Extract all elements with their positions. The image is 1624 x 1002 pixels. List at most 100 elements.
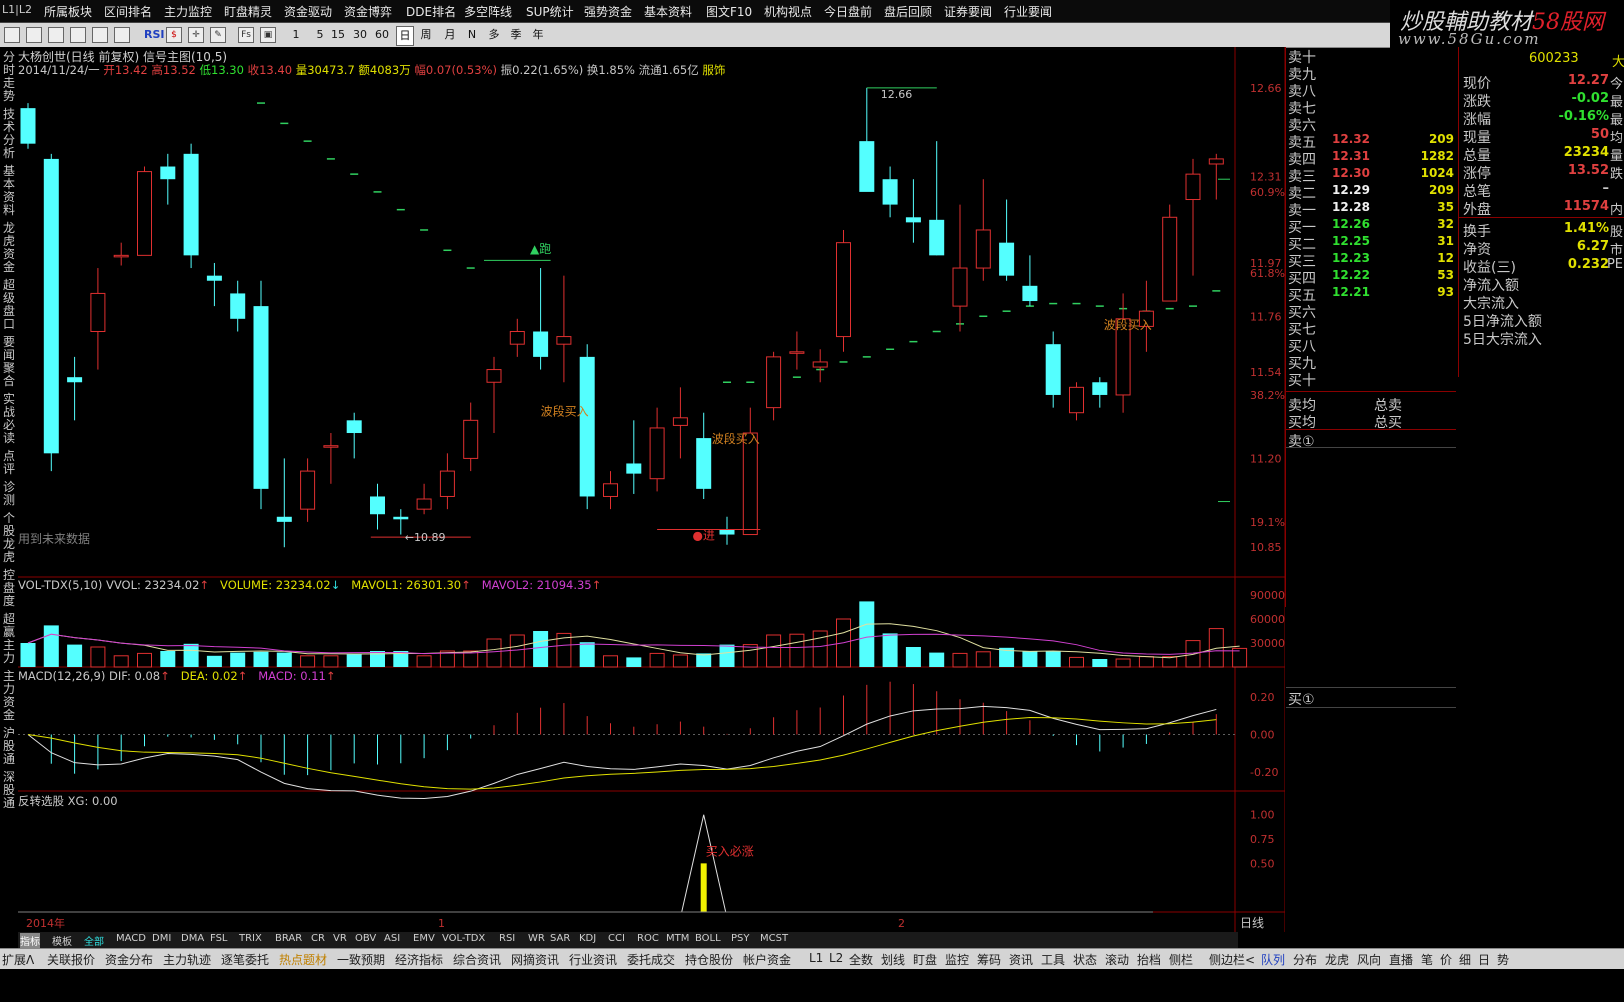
status-bar-item[interactable]: 一致预期 <box>337 951 385 968</box>
status-bar-item[interactable]: 委托成交 <box>627 951 675 968</box>
status-bar-item[interactable]: 势 <box>1497 951 1509 968</box>
status-bar-item[interactable]: 笔 <box>1421 951 1433 968</box>
menu-item[interactable]: 区间排名 <box>104 3 152 20</box>
status-bar-item[interactable]: 帐户资金 <box>743 951 791 968</box>
status-bar-item[interactable]: 侧栏 <box>1169 951 1193 968</box>
indicator-tab[interactable]: 全部 <box>84 933 104 948</box>
indicator-tab[interactable]: DMI <box>152 933 171 944</box>
left-tab[interactable]: 超赢主力 <box>1 613 17 669</box>
orderbook-sell-row[interactable]: 卖七 <box>1286 98 1456 117</box>
toolbar-button[interactable]: N <box>464 26 480 44</box>
indicator-tab[interactable]: DMA <box>181 933 204 944</box>
indicator-tab[interactable]: EMV <box>413 933 435 944</box>
menu-l1l2[interactable]: L1|L2 <box>2 3 32 16</box>
toolbar-button[interactable]: 月 <box>442 26 458 44</box>
toolbar-icon[interactable] <box>48 27 64 43</box>
cross-icon[interactable]: ✛ <box>188 27 204 43</box>
status-bar-item[interactable]: 侧边栏< <box>1209 951 1255 968</box>
status-bar-item[interactable]: 工具 <box>1041 951 1065 968</box>
left-tab[interactable]: 沪股通 <box>1 727 17 770</box>
indicator-tab[interactable]: ROC <box>637 933 659 944</box>
status-bar-item[interactable]: 抬档 <box>1137 951 1161 968</box>
status-bar-item[interactable]: 热点题材 <box>279 951 327 968</box>
drill-icon[interactable]: $ <box>166 27 182 43</box>
orderbook-sell-row[interactable]: 卖二 12.29 209 <box>1286 183 1456 202</box>
status-bar-item[interactable]: 风向 <box>1357 951 1381 968</box>
status-bar-item[interactable]: 日 <box>1478 951 1490 968</box>
indicator-tab[interactable]: PSY <box>731 933 750 944</box>
toolbar-button[interactable]: 1 <box>288 26 304 44</box>
status-bar-item[interactable]: 龙虎 <box>1325 951 1349 968</box>
toolbar-button[interactable]: 周 <box>418 26 434 44</box>
orderbook-sell-row[interactable]: 卖一 12.28 35 <box>1286 200 1456 219</box>
indicator-tab[interactable]: 指标 <box>20 933 40 948</box>
left-tab[interactable]: 龙虎资金 <box>1 222 17 278</box>
status-bar-item[interactable]: 队列 <box>1261 951 1285 968</box>
status-bar-item[interactable]: 筹码 <box>977 951 1001 968</box>
indicator-tab[interactable]: FSL <box>210 933 228 944</box>
indicator-tab[interactable]: 模板 <box>52 933 72 948</box>
menu-item[interactable]: 主力监控 <box>164 3 212 20</box>
indicator-tab[interactable]: RSI <box>499 933 515 944</box>
status-bar-item[interactable]: 分布 <box>1293 951 1317 968</box>
status-bar-item[interactable]: 综合资讯 <box>453 951 501 968</box>
status-bar-item[interactable]: L2 <box>829 951 843 965</box>
toolbar-button[interactable]: 季 <box>508 26 524 44</box>
orderbook-sell-row[interactable]: 卖九 <box>1286 64 1456 83</box>
indicator-tab[interactable]: MCST <box>760 933 788 944</box>
orderbook-sell-row[interactable]: 卖八 <box>1286 81 1456 100</box>
orderbook-buy-row[interactable]: 买一 12.26 32 <box>1286 217 1456 236</box>
toolbar-button[interactable]: 15 <box>330 26 346 44</box>
indicator-tab[interactable]: VOL-TDX <box>442 933 485 944</box>
left-tab[interactable]: 实战必读 <box>1 393 17 449</box>
left-tab[interactable]: 控盘度 <box>1 569 17 612</box>
stock-chart[interactable]: 12.6612.3111.9711.7611.5411.2010.8560.9%… <box>18 47 1285 932</box>
indicator-tab[interactable]: BRAR <box>275 933 302 944</box>
status-bar-item[interactable]: L1 <box>809 951 823 965</box>
orderbook-sell-row[interactable]: 卖十 <box>1286 47 1456 66</box>
orderbook-buy-row[interactable]: 买十 <box>1286 370 1456 389</box>
toolbar-button[interactable]: 60 <box>374 26 390 44</box>
status-bar-item[interactable]: 行业资讯 <box>569 951 617 968</box>
buy1-queue-label[interactable]: 买① <box>1288 689 1315 709</box>
toolbar-button[interactable]: 日 <box>396 26 414 46</box>
left-tab[interactable]: 诊测 <box>1 481 17 511</box>
orderbook-sell-row[interactable]: 卖四 12.31 1282 <box>1286 149 1456 168</box>
menu-item[interactable]: 基本资料 <box>644 3 692 20</box>
orderbook-buy-row[interactable]: 买二 12.25 31 <box>1286 234 1456 253</box>
toolbar-icon[interactable] <box>114 27 130 43</box>
status-bar-item[interactable]: 盯盘 <box>913 951 937 968</box>
left-tab[interactable]: 技术分析 <box>1 108 17 164</box>
orderbook-sell-row[interactable]: 卖六 <box>1286 115 1456 134</box>
left-tab[interactable]: 个股龙虎 <box>1 512 17 568</box>
toolbar-icon[interactable] <box>92 27 108 43</box>
indicator-tab[interactable]: WR <box>528 933 545 944</box>
indicator-tab[interactable]: OBV <box>355 933 376 944</box>
orderbook-sell-row[interactable]: 卖三 12.30 1024 <box>1286 166 1456 185</box>
indicator-tab[interactable]: CCI <box>608 933 625 944</box>
status-bar-item[interactable]: 持仓股份 <box>685 951 733 968</box>
menu-item[interactable]: 证券要闻 <box>944 3 992 20</box>
orderbook-buy-row[interactable]: 买七 <box>1286 319 1456 338</box>
toolbar-button[interactable]: 5 <box>312 26 328 44</box>
orderbook-buy-row[interactable]: 买五 12.21 93 <box>1286 285 1456 304</box>
menu-item[interactable]: 盘后回顾 <box>884 3 932 20</box>
status-bar-item[interactable]: 状态 <box>1073 951 1097 968</box>
indicator-tab[interactable]: BOLL <box>695 933 721 944</box>
toolbar-button[interactable]: 年 <box>530 26 546 44</box>
indicator-tab[interactable]: VR <box>333 933 347 944</box>
status-bar-item[interactable]: 网摘资讯 <box>511 951 559 968</box>
menu-item[interactable]: 多空阵线 <box>464 3 512 20</box>
indicator-tab[interactable]: TRIX <box>239 933 262 944</box>
menu-item[interactable]: 图文F10 <box>706 3 752 20</box>
orderbook-sell-row[interactable]: 卖五 12.32 209 <box>1286 132 1456 151</box>
menu-item[interactable]: 资金博弈 <box>344 3 392 20</box>
indicator-tab[interactable]: SAR <box>550 933 570 944</box>
toolbar-icon[interactable] <box>4 27 20 43</box>
toolbar-icon[interactable] <box>26 27 42 43</box>
status-bar-item[interactable]: 全数 <box>849 951 873 968</box>
toolbar-button[interactable]: RSI <box>144 26 165 44</box>
orderbook-buy-row[interactable]: 买三 12.23 12 <box>1286 251 1456 270</box>
left-tab[interactable]: 深股通 <box>1 771 17 814</box>
orderbook-buy-row[interactable]: 买六 <box>1286 302 1456 321</box>
